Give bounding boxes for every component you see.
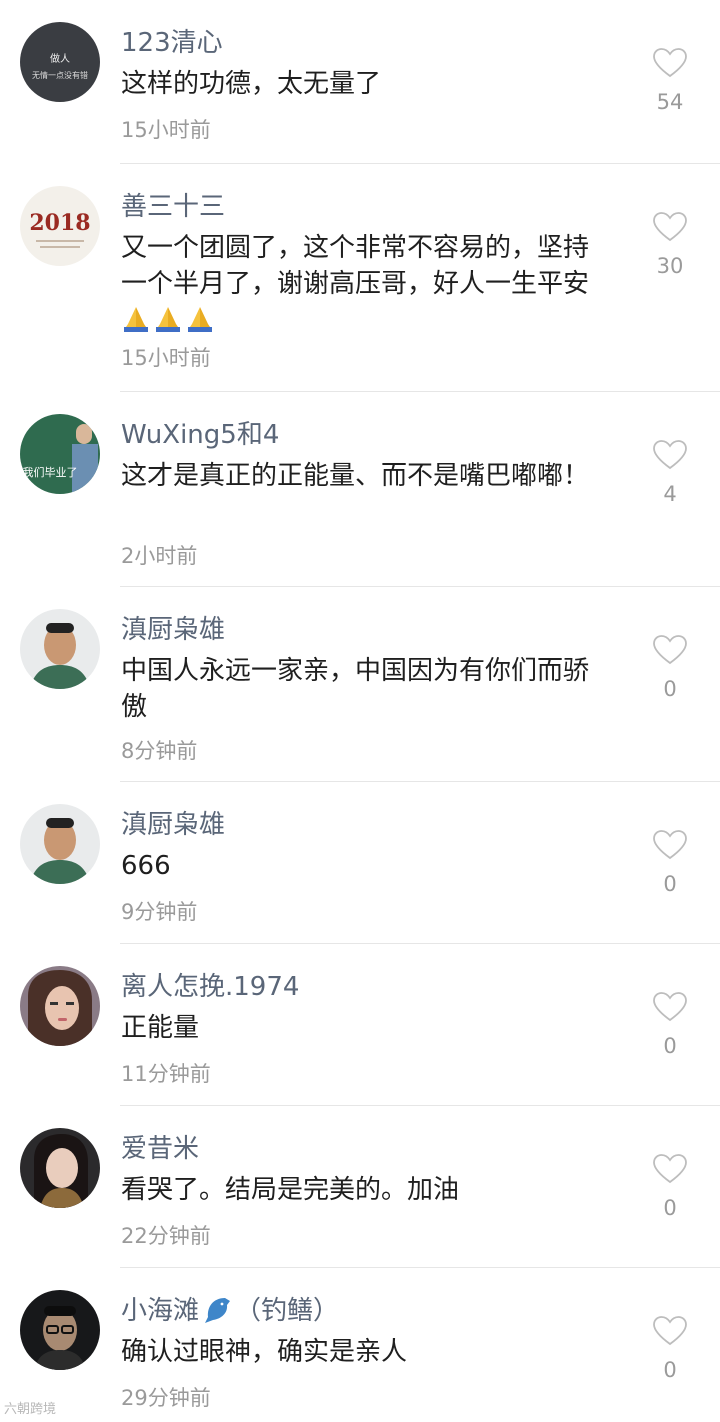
- comment-username[interactable]: 离人怎挽.1974: [121, 966, 299, 1003]
- like-count: 0: [663, 872, 677, 896]
- like-count: 0: [663, 677, 677, 701]
- comment-time: 15小时前: [121, 346, 211, 370]
- pray-emoji-icon: [188, 307, 212, 332]
- like-button[interactable]: 30: [650, 212, 690, 278]
- comment-text: 看哭了。结局是完美的。加油: [121, 1175, 460, 1205]
- comment-username[interactable]: 善三十三: [121, 186, 225, 223]
- like-button[interactable]: 0: [650, 992, 690, 1058]
- avatar-text: 2018: [29, 210, 90, 236]
- like-count: 4: [663, 482, 677, 506]
- heart-outline-icon: [653, 1154, 687, 1184]
- like-button[interactable]: 54: [650, 48, 690, 114]
- like-button[interactable]: 0: [650, 830, 690, 896]
- watermark: 六朝跨境: [4, 1402, 57, 1417]
- comment-list: 做人 无情一点没有错 123清心 这样的功德，太无量了 15小时前 54 201…: [0, 0, 720, 1422]
- heart-outline-icon: [653, 48, 687, 78]
- comment-username[interactable]: 小海滩 （钓鳝）: [121, 1290, 339, 1327]
- comment-time: 8分钟前: [121, 739, 198, 763]
- heart-outline-icon: [653, 635, 687, 665]
- comment-item: 离人怎挽.1974 正能量 11分钟前 0: [0, 944, 720, 1106]
- avatar[interactable]: [20, 1128, 100, 1208]
- comment-text: 正能量: [121, 1013, 200, 1043]
- comment-text: 中国人永远一家亲，中国因为有你们而骄傲: [121, 656, 590, 722]
- like-count: 0: [663, 1034, 677, 1058]
- comment-item: 我们毕业了 WuXing5和4 这才是真正的正能量、而不是嘴巴嘟嘟！ 2小时前 …: [0, 392, 720, 587]
- comment-text: 666: [121, 851, 171, 881]
- comment-text: 这样的功德，太无量了: [121, 69, 382, 99]
- comment-item: 做人 无情一点没有错 123清心 这样的功德，太无量了 15小时前 54: [0, 0, 720, 164]
- comment-text: 这才是真正的正能量、而不是嘴巴嘟嘟！: [121, 461, 590, 491]
- comment-username[interactable]: WuXing5和4: [121, 414, 279, 451]
- like-count: 0: [663, 1196, 677, 1220]
- comment-item: 滇厨枭雄 中国人永远一家亲，中国因为有你们而骄傲 8分钟前 0: [0, 587, 720, 782]
- avatar-text: 无情一点没有错: [32, 70, 88, 80]
- comment-text: 又一个团圆了，这个非常不容易的，坚持一个半月了，谢谢高压哥，好人一生平安: [121, 230, 611, 338]
- avatar[interactable]: [20, 804, 100, 884]
- comment-time: 9分钟前: [121, 900, 198, 924]
- like-button[interactable]: 0: [650, 1154, 690, 1220]
- like-button[interactable]: 0: [650, 1316, 690, 1382]
- comment-time: 22分钟前: [121, 1224, 211, 1248]
- dolphin-emoji-icon: [205, 1298, 231, 1323]
- heart-outline-icon: [653, 1316, 687, 1346]
- comment-time: 29分钟前: [121, 1386, 211, 1410]
- comment-time: 11分钟前: [121, 1062, 211, 1086]
- comment-text: 确认过眼神，确实是亲人: [121, 1337, 408, 1367]
- avatar[interactable]: [20, 609, 100, 689]
- comment-username[interactable]: 123清心: [121, 22, 223, 59]
- like-button[interactable]: 0: [650, 635, 690, 701]
- heart-outline-icon: [653, 830, 687, 860]
- comment-item: 小海滩 （钓鳝） 确认过眼神，确实是亲人 29分钟前 0: [0, 1268, 720, 1422]
- comment-time: 15小时前: [121, 118, 211, 142]
- heart-outline-icon: [653, 440, 687, 470]
- pray-emoji-icon: [156, 307, 180, 332]
- avatar[interactable]: [20, 1290, 100, 1370]
- like-button[interactable]: 4: [650, 440, 690, 506]
- like-count: 0: [663, 1358, 677, 1382]
- avatar[interactable]: 我们毕业了: [20, 414, 100, 494]
- like-count: 54: [656, 90, 684, 114]
- comment-username[interactable]: 滇厨枭雄: [121, 804, 225, 841]
- comment-item: 2018 善三十三 又一个团圆了，这个非常不容易的，坚持一个半月了，谢谢高压哥，…: [0, 164, 720, 392]
- heart-outline-icon: [653, 212, 687, 242]
- avatar-text: 做人: [50, 52, 70, 65]
- like-count: 30: [656, 254, 684, 278]
- avatar[interactable]: 2018: [20, 186, 100, 266]
- comment-item: 滇厨枭雄 666 9分钟前 0: [0, 782, 720, 944]
- avatar-text: 我们毕业了: [23, 465, 78, 479]
- pray-emoji-icon: [124, 307, 148, 332]
- avatar[interactable]: [20, 966, 100, 1046]
- comment-username[interactable]: 爱昔米: [121, 1128, 199, 1165]
- comment-item: 爱昔米 看哭了。结局是完美的。加油 22分钟前 0: [0, 1106, 720, 1268]
- heart-outline-icon: [653, 992, 687, 1022]
- comment-username[interactable]: 滇厨枭雄: [121, 609, 225, 646]
- comment-time: 2小时前: [121, 544, 198, 568]
- avatar[interactable]: 做人 无情一点没有错: [20, 22, 100, 102]
